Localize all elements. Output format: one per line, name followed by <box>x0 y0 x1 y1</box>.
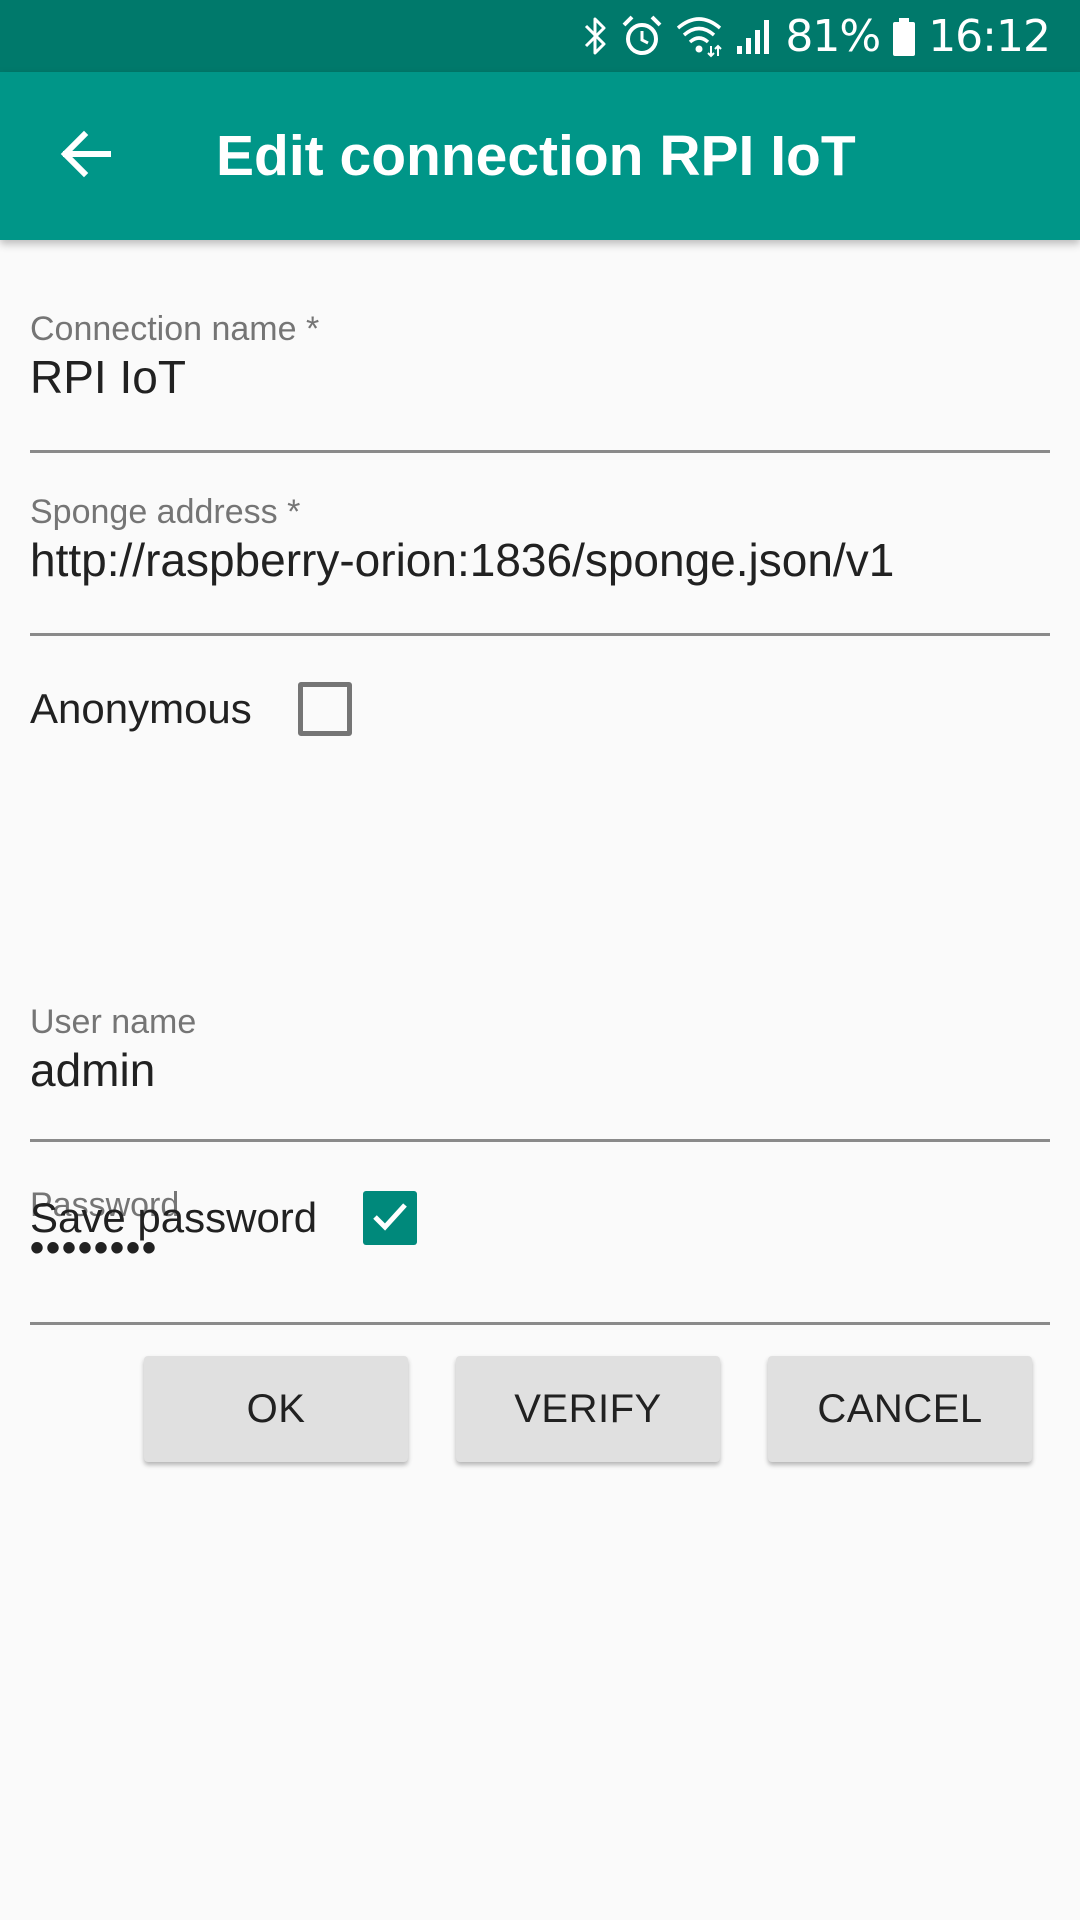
anonymous-checkbox[interactable] <box>297 682 352 736</box>
sponge-address-underline <box>30 633 1050 636</box>
verify-button[interactable]: VERIFY <box>456 1356 720 1462</box>
connection-name-field: Connection name * <box>30 310 1050 453</box>
check-icon <box>370 1196 410 1241</box>
battery-icon <box>892 14 916 58</box>
connection-name-input[interactable] <box>30 350 1050 404</box>
user-name-underline <box>30 1139 1050 1142</box>
sponge-address-input[interactable] <box>30 533 1050 587</box>
ok-button[interactable]: OK <box>144 1356 408 1462</box>
arrow-left-icon <box>58 126 114 187</box>
bluetooth-icon <box>583 14 609 58</box>
save-password-row: Save password <box>30 1188 418 1248</box>
app-bar: Edit connection RPI IoT <box>0 72 1080 240</box>
anonymous-row: Anonymous <box>30 679 352 739</box>
password-underline <box>30 1322 1050 1325</box>
save-password-checkbox[interactable] <box>363 1191 418 1245</box>
signal-icon <box>735 14 773 58</box>
wifi-icon <box>675 14 723 58</box>
status-icons: 81% 16:12 <box>583 0 1051 72</box>
anonymous-label: Anonymous <box>30 685 252 732</box>
status-bar: 81% 16:12 <box>0 0 1080 72</box>
connection-name-underline <box>30 450 1050 453</box>
clock: 16:12 <box>928 10 1051 62</box>
sponge-address-label: Sponge address * <box>30 493 301 531</box>
alarm-icon <box>621 14 663 58</box>
sponge-address-field: Sponge address * <box>30 493 1050 636</box>
user-name-field: User name <box>30 1003 1050 1142</box>
user-name-label: User name <box>30 1003 197 1041</box>
user-name-input[interactable] <box>30 1043 1050 1097</box>
save-password-label: Save password <box>30 1194 318 1241</box>
page-title: Edit connection RPI IoT <box>216 124 856 188</box>
back-button[interactable] <box>40 110 132 202</box>
cancel-button[interactable]: CANCEL <box>768 1356 1032 1462</box>
battery-percent: 81% <box>785 10 881 62</box>
connection-name-label: Connection name * <box>30 310 320 348</box>
